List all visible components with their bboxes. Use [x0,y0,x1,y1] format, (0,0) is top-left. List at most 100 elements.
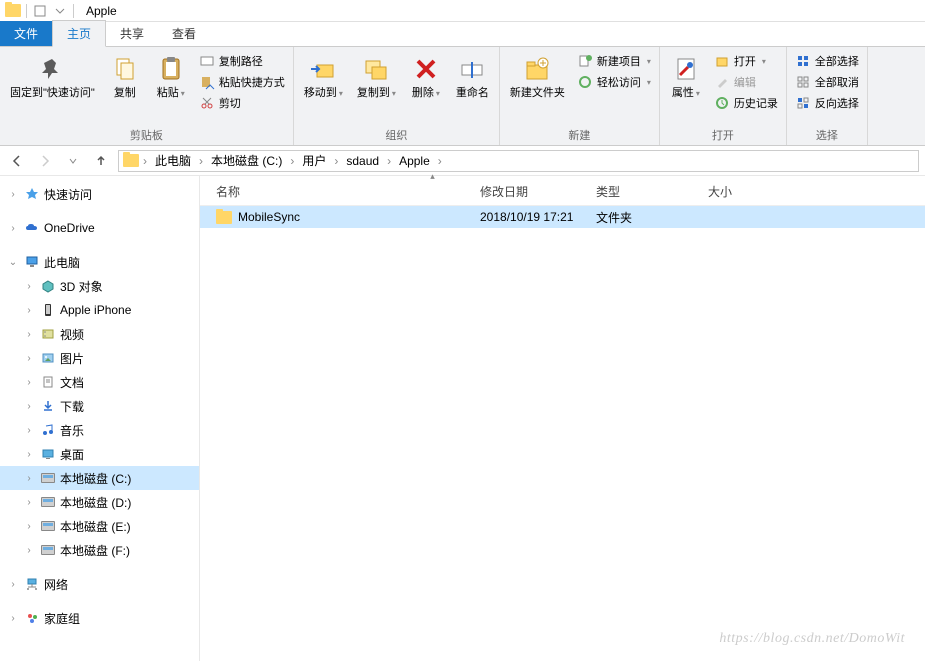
cut-button[interactable]: 剪切 [195,93,289,113]
folder-icon [123,153,139,169]
crumb-sdaud[interactable]: sdaud [342,154,383,168]
tree-quick-access[interactable]: ›快速访问 [0,182,199,206]
select-none-icon [795,74,811,90]
folder-icon [4,2,22,20]
tree-disk-d[interactable]: ›本地磁盘 (D:) [0,490,199,514]
quick-access-toolbar [0,2,80,20]
ribbon-group-new: 新建文件夹 新建项目▾ 轻松访问▾ 新建 [500,47,660,145]
path-icon [199,53,215,69]
tab-share[interactable]: 共享 [106,21,158,46]
recent-dropdown-button[interactable] [62,150,84,172]
open-icon [714,53,730,69]
delete-icon [410,53,442,85]
tree-disk-c[interactable]: ›本地磁盘 (C:) [0,466,199,490]
tree-pictures[interactable]: ›图片 [0,346,199,370]
rename-button[interactable]: 重命名 [450,49,495,104]
easy-access-icon [577,74,593,90]
crumb-apple[interactable]: Apple [395,154,434,168]
onedrive-icon [24,220,40,236]
3d-icon [40,278,56,294]
properties-button[interactable]: 属性▾ [664,49,708,104]
address-bar: › 此电脑› 本地磁盘 (C:)› 用户› sdaud› Apple› [0,146,925,176]
column-header-date[interactable]: 修改日期 [480,183,596,200]
tree-downloads[interactable]: ›下载 [0,394,199,418]
tree-disk-f[interactable]: ›本地磁盘 (F:) [0,538,199,562]
copy-icon [109,53,141,85]
paste-icon [155,53,187,85]
select-all-icon [795,53,811,69]
copy-button[interactable]: 复制 [103,49,147,104]
phone-icon [40,302,56,318]
select-none-button[interactable]: 全部取消 [791,72,863,92]
up-button[interactable] [90,150,112,172]
new-item-button[interactable]: 新建项目▾ [573,51,655,71]
tab-view[interactable]: 查看 [158,21,210,46]
file-type: 文件夹 [596,209,708,226]
edit-button[interactable]: 编辑 [710,72,782,92]
window-title: Apple [86,4,117,18]
tree-onedrive[interactable]: ›OneDrive [0,216,199,240]
copy-to-icon [360,53,392,85]
tree-network[interactable]: ›网络 [0,572,199,596]
open-button[interactable]: 打开▾ [710,51,782,71]
tab-file[interactable]: 文件 [0,21,52,46]
tree-disk-e[interactable]: ›本地磁盘 (E:) [0,514,199,538]
history-button[interactable]: 历史记录 [710,93,782,113]
documents-icon [40,374,56,390]
paste-shortcut-button[interactable]: 粘贴快捷方式 [195,72,289,92]
move-to-icon [307,53,339,85]
tree-this-pc[interactable]: ⌄此电脑 [0,250,199,274]
tab-home[interactable]: 主页 [52,20,106,47]
breadcrumb-bar[interactable]: › 此电脑› 本地磁盘 (C:)› 用户› sdaud› Apple› [118,150,919,172]
invert-selection-button[interactable]: 反向选择 [791,93,863,113]
new-group-label: 新建 [504,125,655,145]
pin-icon [36,53,68,85]
navigation-pane[interactable]: ›快速访问 ›OneDrive ⌄此电脑 ›3D 对象 ›Apple iPhon… [0,176,200,661]
copy-path-button[interactable]: 复制路径 [195,51,289,71]
file-row[interactable]: MobileSync 2018/10/19 17:21 文件夹 [200,206,925,228]
crumb-users[interactable]: 用户 [298,152,330,169]
tree-desktop[interactable]: ›桌面 [0,442,199,466]
forward-button[interactable] [34,150,56,172]
network-icon [24,576,40,592]
new-folder-button[interactable]: 新建文件夹 [504,49,571,104]
column-header-size[interactable]: 大小 [708,183,788,200]
copy-to-button[interactable]: 复制到▾ [351,49,402,104]
disk-icon [40,518,56,534]
crumb-this-pc[interactable]: 此电脑 [151,152,195,169]
tree-iphone[interactable]: ›Apple iPhone [0,298,199,322]
watermark: https://blog.csdn.net/DomoWit [719,631,905,647]
tree-homegroup[interactable]: ›家庭组 [0,606,199,630]
qat-dropdown-icon[interactable] [51,2,69,20]
move-to-button[interactable]: 移动到▾ [298,49,349,104]
shortcut-icon [199,74,215,90]
column-header-name[interactable]: 名称 [216,183,480,200]
downloads-icon [40,398,56,414]
organize-group-label: 组织 [298,125,495,145]
desktop-icon [40,446,56,462]
open-group-label: 打开 [664,125,782,145]
column-header-type[interactable]: 类型 [596,183,708,200]
clipboard-group-label: 剪贴板 [4,125,289,145]
qat-placeholder-icon[interactable] [31,2,49,20]
paste-button[interactable]: 粘贴▾ [149,49,193,104]
pin-to-quick-access-button[interactable]: 固定到"快速访问" [4,49,101,104]
crumb-disk-c[interactable]: 本地磁盘 (C:) [207,152,286,169]
ribbon-group-clipboard: 固定到"快速访问" 复制 粘贴▾ 复制路径 粘贴快捷方式 剪切 剪贴板 [0,47,294,145]
file-list-pane[interactable]: ▴ 名称 修改日期 类型 大小 MobileSync 2018/10/19 17… [200,176,925,661]
delete-button[interactable]: 删除▾ [404,49,448,104]
select-all-button[interactable]: 全部选择 [791,51,863,71]
tree-3d-objects[interactable]: ›3D 对象 [0,274,199,298]
disk-icon [40,470,56,486]
tree-videos[interactable]: ›视频 [0,322,199,346]
ribbon-group-select: 全部选择 全部取消 反向选择 选择 [787,47,868,145]
tree-documents[interactable]: ›文档 [0,370,199,394]
back-button[interactable] [6,150,28,172]
select-group-label: 选择 [791,125,863,145]
title-bar: Apple [0,0,925,22]
properties-icon [670,53,702,85]
history-icon [714,95,730,111]
tree-music[interactable]: ›音乐 [0,418,199,442]
easy-access-button[interactable]: 轻松访问▾ [573,72,655,92]
main-area: ›快速访问 ›OneDrive ⌄此电脑 ›3D 对象 ›Apple iPhon… [0,176,925,661]
